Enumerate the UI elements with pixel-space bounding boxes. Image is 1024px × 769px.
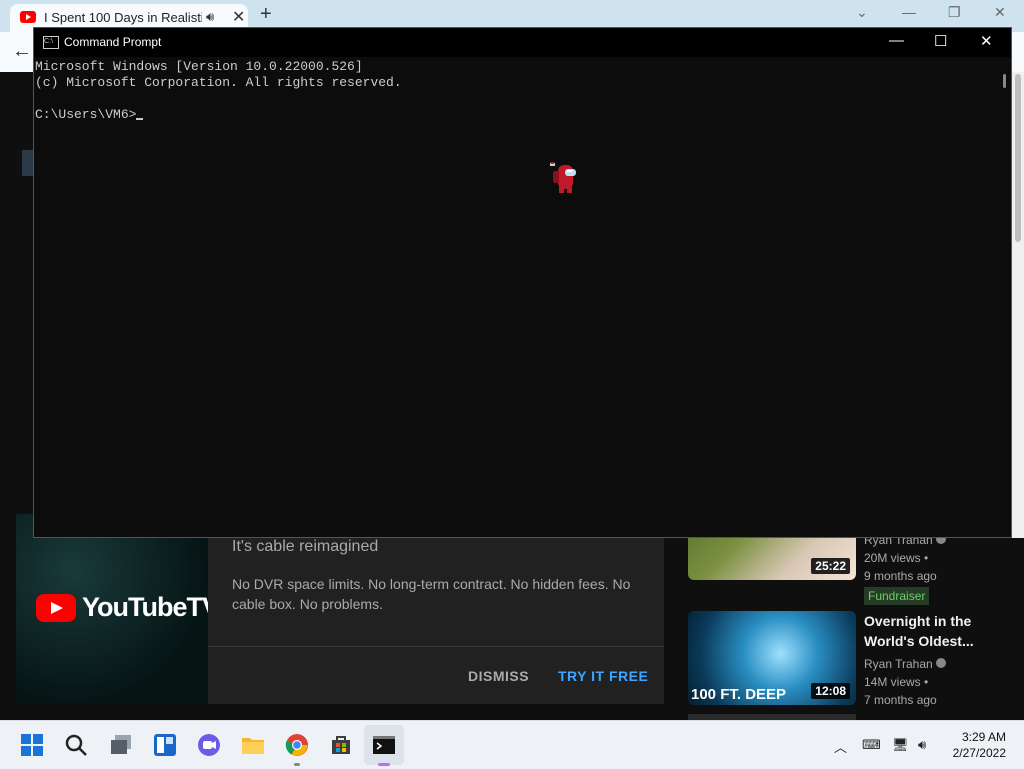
ad-panel: It's cable reimagined No DVR space limit… (208, 514, 664, 704)
clock-time: 3:29 AM (961, 730, 1006, 744)
text-cursor (136, 118, 144, 120)
browser-restore-button[interactable]: ❐ (948, 4, 961, 21)
cmd-app-icon: C:\ (43, 36, 59, 49)
store-icon[interactable] (329, 733, 353, 757)
youtube-play-icon (36, 593, 76, 622)
scrollbar-thumb[interactable] (1003, 74, 1006, 88)
search-icon[interactable] (64, 733, 88, 757)
divider (208, 646, 664, 647)
speaker-icon[interactable]: 🔊︎ (206, 9, 214, 25)
teams-chat-icon[interactable] (197, 733, 221, 757)
scrollbar-thumb[interactable] (1015, 74, 1021, 242)
video-title[interactable]: Overnight in the World's Oldest... (864, 611, 1014, 651)
clock-date: 2/27/2022 (952, 746, 1006, 760)
dismiss-button[interactable]: DISMISS (468, 668, 529, 684)
console-line: Microsoft Windows [Version 10.0.22000.52… (35, 59, 363, 74)
cmd-scrollbar[interactable] (1001, 72, 1009, 537)
terminal-taskbar-button[interactable] (364, 725, 404, 766)
active-app-indicator (378, 763, 390, 766)
page-scrollbar[interactable] (1012, 72, 1024, 538)
fundraiser-badge: Fundraiser (864, 587, 930, 605)
file-explorer-icon[interactable] (241, 733, 265, 757)
keyboard-icon[interactable]: ⌨ (862, 737, 881, 753)
verified-icon (935, 658, 946, 668)
cmd-window-title: Command Prompt (64, 35, 162, 49)
cmd-maximize-button[interactable]: ☐ (934, 32, 947, 50)
start-icon[interactable] (20, 733, 44, 757)
video-info: Overnight in the World's Oldest... Ryan … (864, 611, 1014, 709)
back-arrow-icon[interactable]: ← (12, 40, 32, 63)
video-duration: 25:22 (811, 558, 850, 574)
youtube-tv-logo: YouTubeTV (36, 592, 220, 623)
among-us-crewmate-icon (550, 162, 576, 193)
video-info: Ryan Trahan 20M views • 9 months ago Fun… (864, 531, 1014, 605)
tab-close-icon[interactable]: ✕ (232, 7, 245, 27)
video-duration: 12:08 (811, 683, 850, 699)
tab-title: I Spent 100 Days in Realistic (44, 10, 202, 25)
task-view-icon[interactable] (109, 733, 133, 757)
cmd-title-bar[interactable]: C:\ Command Prompt — ☐ ✕ (34, 28, 1011, 57)
console-line: (c) Microsoft Corporation. All rights re… (35, 75, 402, 90)
video-thumbnail[interactable]: 100 FT. DEEP 12:08 (688, 611, 856, 705)
browser-close-button[interactable]: ✕ (994, 4, 1006, 21)
youtube-tv-brand: YouTubeTV (82, 592, 220, 622)
new-tab-button[interactable]: + (260, 3, 272, 26)
command-prompt-window[interactable]: C:\ Command Prompt — ☐ ✕ Microsoft Windo… (33, 27, 1012, 538)
widgets-icon[interactable] (153, 733, 177, 757)
console-output[interactable]: Microsoft Windows [Version 10.0.22000.52… (35, 59, 995, 123)
youtube-favicon-icon (20, 11, 36, 23)
video-age: 7 months ago (864, 693, 937, 707)
taskbar: ︿ ⌨ 🖥︎ 🔊︎ 3:29 AM 2/27/2022 (0, 720, 1024, 769)
system-clock[interactable]: 3:29 AM 2/27/2022 (953, 729, 1006, 761)
try-it-free-button[interactable]: TRY IT FREE (558, 668, 648, 684)
video-channel[interactable]: Ryan Trahan (864, 655, 1014, 673)
running-app-indicator (294, 763, 300, 766)
ad-headline: It's cable reimagined (232, 538, 379, 555)
cmd-close-button[interactable]: ✕ (980, 32, 993, 50)
video-age: 9 months ago (864, 569, 937, 583)
video-views: 14M views • (864, 675, 929, 689)
video-views: 20M views • (864, 551, 929, 565)
cmd-minimize-button[interactable]: — (889, 32, 904, 49)
console-prompt-line[interactable]: C:\Users\VM6> (35, 107, 995, 123)
ad-description: No DVR space limits. No long-term contra… (232, 576, 631, 612)
volume-icon[interactable]: 🔊︎ (918, 737, 926, 753)
browser-minimize-button[interactable]: — (902, 4, 916, 20)
network-icon[interactable]: 🖥︎ (892, 737, 909, 753)
terminal-icon (373, 736, 395, 754)
console-prompt: C:\Users\VM6> (35, 107, 137, 122)
thumbnail-overlay-text: 100 FT. DEEP (691, 686, 787, 703)
chrome-icon[interactable] (285, 733, 309, 757)
chevron-up-icon[interactable]: ︿ (834, 737, 847, 756)
tab-search-icon[interactable]: ⌄ (856, 4, 868, 21)
